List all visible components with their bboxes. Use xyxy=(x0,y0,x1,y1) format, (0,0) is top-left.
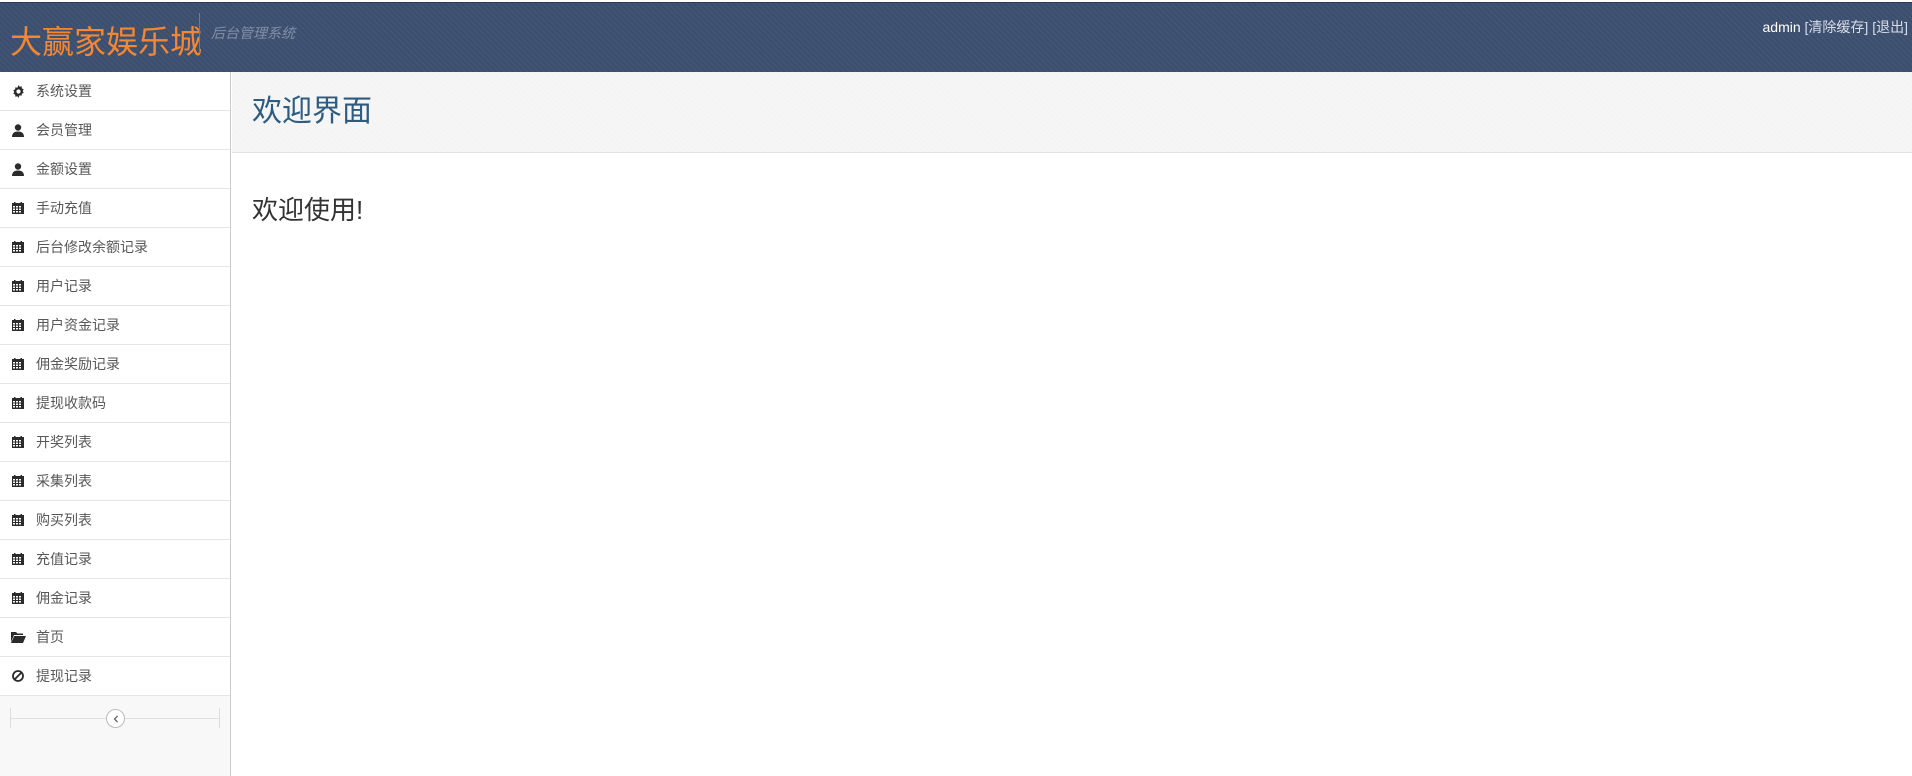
calendar-icon xyxy=(0,397,36,409)
chevron-left-icon xyxy=(112,710,120,728)
sidebar-collapse-row xyxy=(0,696,230,742)
sidebar: 系统设置会员管理金额设置手动充值后台修改余额记录 用户记录用户资金记录 佣金奖励记录… xyxy=(0,72,231,776)
calendar-icon xyxy=(0,436,36,448)
sidebar-item-label: 提现记录 xyxy=(36,668,92,684)
user-bar: admin [清除缓存] [退出] xyxy=(1763,17,1908,37)
main-content: 欢迎界面 欢迎使用! xyxy=(232,72,1912,776)
sidebar-item-label: 金额设置 xyxy=(36,161,92,177)
user-icon xyxy=(0,162,36,176)
sidebar-item-label: 提现收款码 xyxy=(36,395,106,411)
calendar-icon xyxy=(0,358,36,370)
sidebar-item-label: 充值记录 xyxy=(36,551,92,567)
sidebar-item-label: 用户记录 xyxy=(36,278,92,294)
sidebar-item[interactable]: 金额设置 xyxy=(0,150,230,189)
sidebar-item-label: 系统设置 xyxy=(36,83,92,99)
calendar-icon xyxy=(0,514,36,526)
sidebar-item[interactable]: 佣金记录 xyxy=(0,579,230,618)
sidebar-item-label: 购买列表 xyxy=(36,512,92,528)
sidebar-item[interactable]: 佣金奖励记录 xyxy=(0,345,230,384)
calendar-icon xyxy=(0,592,36,604)
calendar-icon xyxy=(0,202,36,214)
sidebar-item[interactable]: 用户资金记录 xyxy=(0,306,230,345)
sidebar-item-label: 佣金奖励记录 xyxy=(36,356,120,372)
brand-divider xyxy=(199,13,200,53)
sidebar-item[interactable]: 系统设置 xyxy=(0,72,230,111)
clear-cache-link[interactable]: [清除缓存] xyxy=(1805,19,1869,35)
username: admin xyxy=(1762,19,1801,35)
sidebar-item[interactable]: 会员管理 xyxy=(0,111,230,150)
sidebar-item[interactable]: 充值记录 xyxy=(0,540,230,579)
brand-logo-text[interactable]: 大赢家娱乐城 xyxy=(10,17,202,63)
calendar-icon xyxy=(0,553,36,565)
sidebar-item[interactable]: 提现记录 xyxy=(0,657,230,696)
folder-open-icon xyxy=(0,631,36,643)
sidebar-item-label: 用户资金记录 xyxy=(36,317,120,333)
sidebar-item[interactable]: 手动充值 xyxy=(0,189,230,228)
calendar-icon xyxy=(0,241,36,253)
page-header: 欢迎界面 xyxy=(232,72,1912,153)
sidebar-item-label: 手动充值 xyxy=(36,200,92,216)
page-title: 欢迎界面 xyxy=(252,95,372,128)
sidebar-item[interactable]: 提现收款码 xyxy=(0,384,230,423)
sidebar-item[interactable]: 首页 xyxy=(0,618,230,657)
ban-icon xyxy=(0,670,36,682)
sidebar-item[interactable]: 购买列表 xyxy=(0,501,230,540)
sidebar-item-label: 采集列表 xyxy=(36,473,92,489)
sidebar-item-label: 佣金记录 xyxy=(36,590,92,606)
sidebar-item-label: 开奖列表 xyxy=(36,434,92,450)
calendar-icon xyxy=(0,475,36,487)
sidebar-item[interactable]: 开奖列表 xyxy=(0,423,230,462)
gear-icon xyxy=(0,84,36,98)
sidebar-item-label: 会员管理 xyxy=(36,122,92,138)
user-icon xyxy=(0,123,36,137)
sidebar-nav: 系统设置会员管理金额设置手动充值后台修改余额记录 用户记录用户资金记录 佣金奖励记录… xyxy=(0,72,230,696)
sidebar-collapse-button[interactable] xyxy=(106,709,125,728)
system-subtitle: 后台管理系统 xyxy=(211,25,295,41)
sidebar-item-label: 后台修改余额记录 xyxy=(36,239,148,255)
calendar-icon xyxy=(0,319,36,331)
logout-link[interactable]: [退出] xyxy=(1872,19,1908,35)
welcome-message: 欢迎使用! xyxy=(252,195,364,225)
sidebar-item-label: 首页 xyxy=(36,629,64,645)
sidebar-item[interactable]: 后台修改余额记录 xyxy=(0,228,230,267)
calendar-icon xyxy=(0,280,36,292)
sidebar-item[interactable]: 采集列表 xyxy=(0,462,230,501)
top-navbar: 大赢家娱乐城 后台管理系统 admin [清除缓存] [退出] xyxy=(0,2,1912,72)
sidebar-item[interactable]: 用户记录 xyxy=(0,267,230,306)
